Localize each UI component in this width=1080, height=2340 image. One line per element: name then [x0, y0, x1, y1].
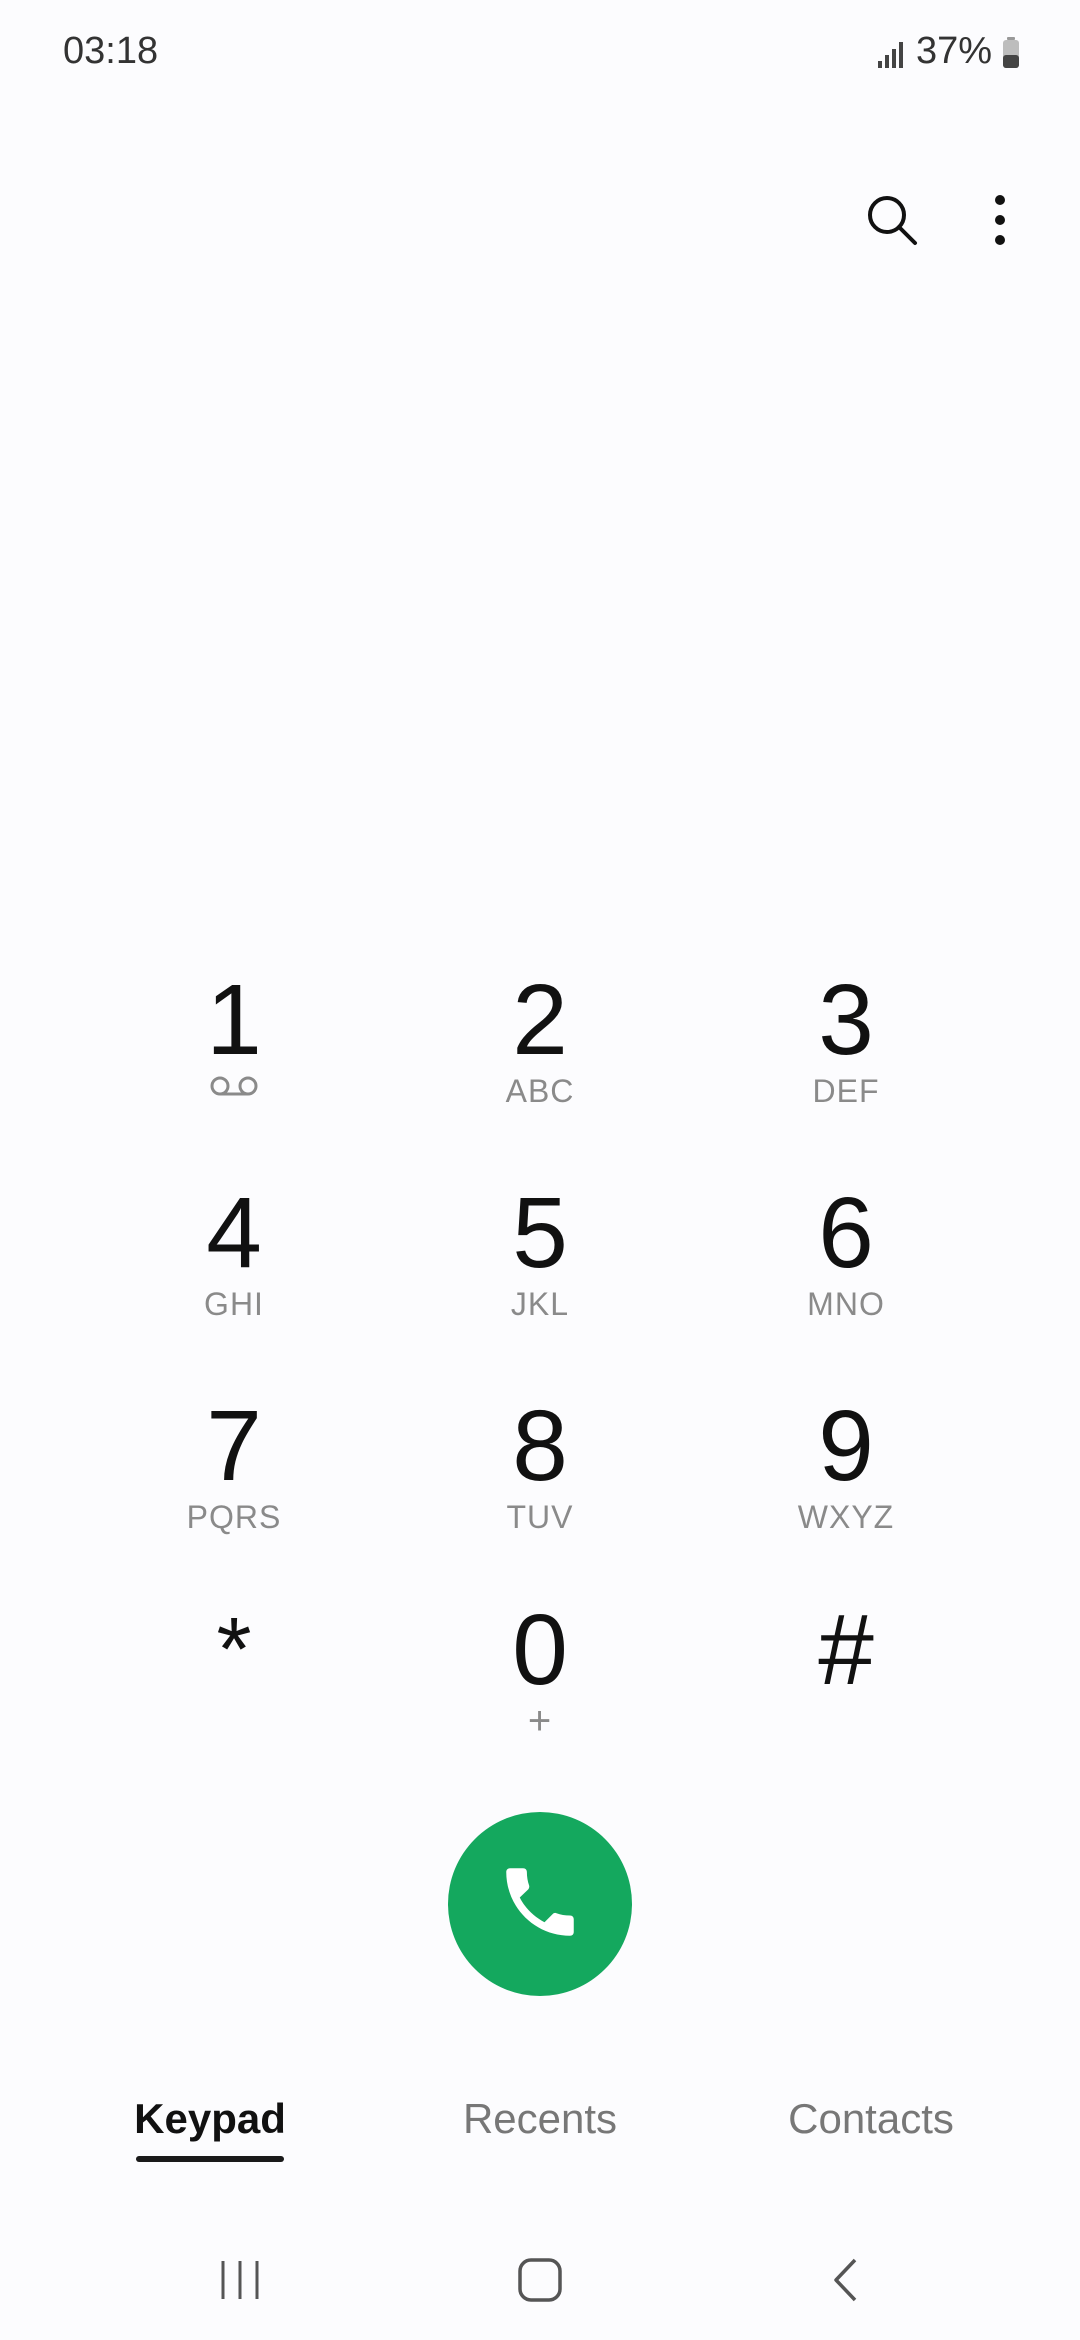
key-plus: +: [527, 1699, 553, 1743]
battery-percent: 37%: [915, 30, 992, 72]
key-8[interactable]: 8 TUV: [410, 1396, 670, 1566]
tab-contacts[interactable]: Contacts: [780, 2095, 962, 2143]
key-letters: MNO: [807, 1286, 885, 1322]
key-digit: 7: [206, 1390, 262, 1502]
key-digit: 8: [512, 1390, 568, 1502]
key-hash[interactable]: #: [716, 1600, 976, 1770]
battery-icon: [1002, 36, 1020, 68]
key-letters: GHI: [204, 1286, 264, 1322]
key-9[interactable]: 9 WXYZ: [716, 1396, 976, 1566]
key-star[interactable]: *: [104, 1600, 364, 1770]
key-digit: #: [818, 1594, 874, 1706]
key-4[interactable]: 4 GHI: [104, 1183, 364, 1353]
home-icon[interactable]: [500, 2250, 580, 2310]
bottom-tabs: Keypad Recents Contacts: [0, 2095, 1080, 2185]
tab-recents[interactable]: Recents: [459, 2095, 621, 2143]
recent-apps-icon[interactable]: [200, 2250, 280, 2310]
key-letters: TUV: [506, 1499, 574, 1535]
key-1[interactable]: 1: [104, 970, 364, 1140]
key-5[interactable]: 5 JKL: [410, 1183, 670, 1353]
status-right: 37%: [876, 30, 1020, 73]
key-letters: PQRS: [186, 1499, 282, 1535]
key-letters: WXYZ: [797, 1499, 895, 1535]
key-letters: ABC: [505, 1073, 575, 1109]
key-digit: 2: [512, 964, 568, 1076]
key-letters: JKL: [510, 1286, 570, 1322]
phone-icon: [495, 1857, 585, 1952]
status-time: 03:18: [63, 30, 159, 72]
key-digit: 1: [206, 964, 262, 1076]
call-button[interactable]: [448, 1812, 632, 1996]
key-digit: 4: [206, 1177, 262, 1289]
back-icon[interactable]: [806, 2250, 886, 2310]
key-digit: *: [216, 1600, 252, 1700]
more-options-icon[interactable]: [970, 190, 1030, 250]
system-nav-bar: [0, 2230, 1080, 2320]
search-icon[interactable]: [862, 190, 922, 250]
key-3[interactable]: 3 DEF: [716, 970, 976, 1140]
key-digit: 3: [818, 964, 874, 1076]
key-letters: DEF: [812, 1073, 880, 1109]
key-digit: 9: [818, 1390, 874, 1502]
key-6[interactable]: 6 MNO: [716, 1183, 976, 1353]
key-digit: 5: [512, 1177, 568, 1289]
voicemail-icon: [209, 1074, 259, 1103]
status-bar: 03:18 37%: [0, 0, 1080, 110]
key-2[interactable]: 2 ABC: [410, 970, 670, 1140]
key-digit: 0: [512, 1594, 568, 1706]
top-actions: [862, 190, 1030, 250]
tab-keypad[interactable]: Keypad: [134, 2095, 286, 2143]
key-digit: 6: [818, 1177, 874, 1289]
key-0[interactable]: 0 +: [410, 1600, 670, 1770]
key-7[interactable]: 7 PQRS: [104, 1396, 364, 1566]
active-tab-indicator: [136, 2156, 284, 2162]
signal-icon: [876, 37, 906, 68]
